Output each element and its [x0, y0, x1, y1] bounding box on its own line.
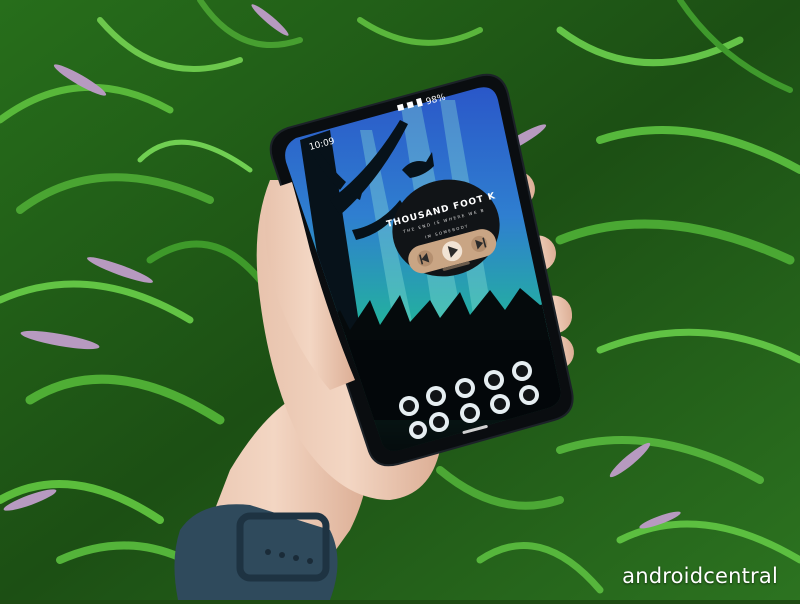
app-icon[interactable] — [409, 421, 427, 439]
app-icon[interactable] — [519, 385, 539, 405]
app-icon[interactable] — [399, 396, 419, 416]
app-icon[interactable] — [455, 378, 475, 398]
app-icon[interactable] — [460, 403, 480, 423]
photo-illustration: 10:09 98% THOUSAND FOOT K THE END IS WHE… — [0, 0, 800, 600]
app-icon[interactable] — [484, 370, 504, 390]
app-icon[interactable] — [512, 361, 532, 381]
watch-band — [174, 504, 338, 600]
app-icon[interactable] — [490, 394, 510, 414]
app-icon[interactable] — [429, 412, 449, 432]
watermark-logo-text: androidcentral — [622, 564, 778, 588]
app-icon[interactable] — [426, 386, 446, 406]
photo-scene: 10:09 98% THOUSAND FOOT K THE END IS WHE… — [0, 0, 800, 600]
